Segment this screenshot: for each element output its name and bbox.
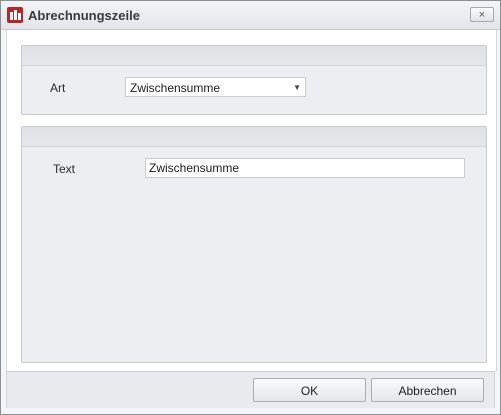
text-group: Text: [21, 126, 487, 363]
title-bar[interactable]: Abrechnungszeile ×: [1, 1, 500, 30]
type-group-header: [22, 46, 486, 66]
cancel-button[interactable]: Abbrechen: [371, 378, 484, 402]
dialog-content: Art Zwischensumme ▼ Text: [6, 30, 497, 371]
app-logo-icon: [7, 7, 23, 23]
close-icon: ×: [478, 9, 486, 21]
text-label: Text: [53, 162, 76, 176]
type-label: Art: [50, 81, 66, 95]
dialog-window: Abrechnungszeile × Art Zwischensumme ▼ T…: [0, 0, 501, 415]
type-select[interactable]: Zwischensumme ▼: [125, 77, 306, 97]
type-group: Art Zwischensumme ▼: [21, 45, 487, 115]
dialog-footer: OK Abbrechen: [6, 371, 495, 408]
type-select-value: Zwischensumme: [130, 81, 221, 95]
text-group-header: [22, 127, 486, 147]
chevron-down-icon[interactable]: ▼: [293, 83, 301, 92]
close-button[interactable]: ×: [470, 7, 494, 22]
window-title: Abrechnungszeile: [28, 8, 140, 23]
ok-button[interactable]: OK: [253, 378, 366, 402]
text-input[interactable]: [145, 158, 465, 178]
